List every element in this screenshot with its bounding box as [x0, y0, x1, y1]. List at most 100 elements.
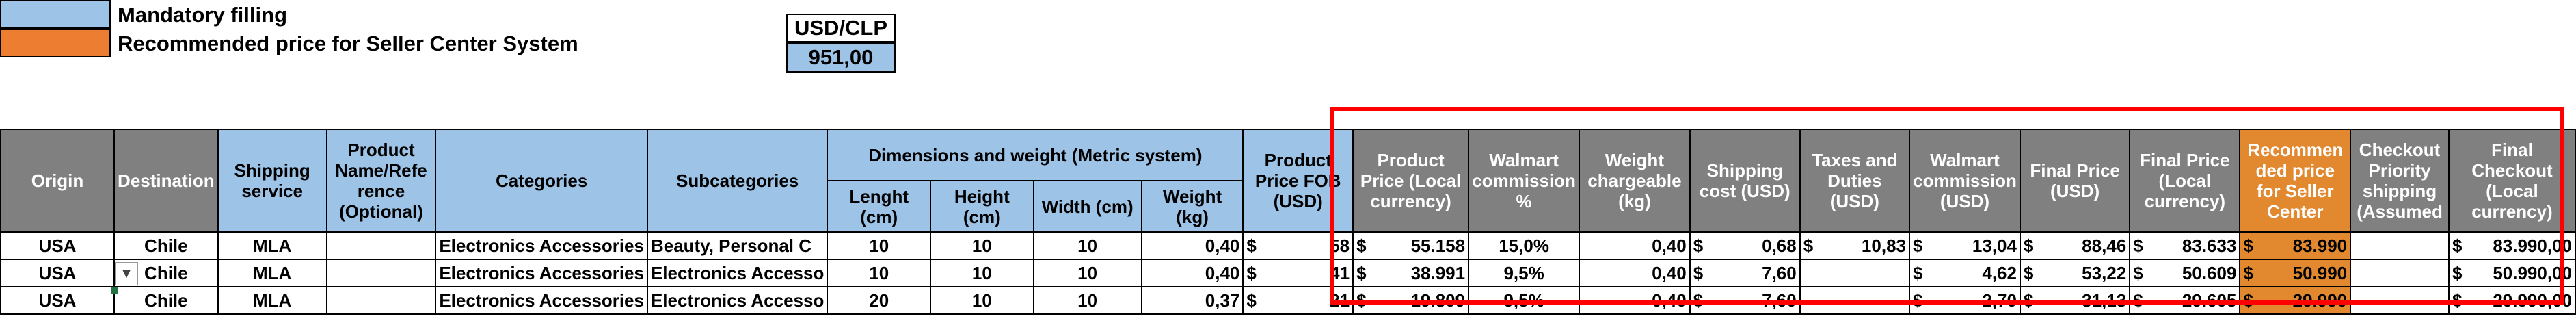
- cell-length[interactable]: 10: [827, 259, 932, 287]
- cell-commission-usd[interactable]: $13,04: [1909, 231, 2021, 260]
- cell-weight[interactable]: 0,37: [1140, 286, 1244, 315]
- cell-category[interactable]: Electronics Accessories: [435, 286, 648, 315]
- cell-final-checkout[interactable]: $50.990,00: [2447, 259, 2576, 287]
- header-recommended-price[interactable]: Recommen ded price for Seller Center: [2239, 129, 2352, 233]
- cell-checkout-priority[interactable]: [2350, 231, 2450, 260]
- cell-origin[interactable]: USA: [0, 286, 116, 315]
- fx-value-cell[interactable]: 951,00: [786, 42, 896, 73]
- header-walmart-commission-usd[interactable]: Walmart commission (USD): [1909, 129, 2021, 233]
- cell-shipping-service[interactable]: MLA: [217, 231, 327, 260]
- cell-shipping-service[interactable]: MLA: [217, 259, 327, 287]
- cell-product-name[interactable]: [325, 286, 437, 315]
- cell-weight-chargeable[interactable]: 0,40: [1579, 286, 1691, 315]
- cell-price-local[interactable]: $19.809: [1352, 286, 1470, 315]
- cell-height[interactable]: 10: [930, 259, 1034, 287]
- header-final-checkout[interactable]: Final Checkout (Local currency): [2447, 129, 2576, 233]
- cell-final-usd[interactable]: $53,22: [2019, 259, 2131, 287]
- cell-taxes[interactable]: [1799, 286, 1911, 315]
- header-destination[interactable]: Destination: [113, 129, 219, 233]
- header-height[interactable]: Height (cm): [930, 180, 1034, 233]
- cell-category[interactable]: Electronics Accessories: [435, 259, 648, 287]
- cell-destination[interactable]: Chile: [113, 286, 219, 315]
- cell-commission-pct[interactable]: 9,5%: [1468, 286, 1581, 315]
- cell-subcategory[interactable]: Electronics Accesso: [646, 259, 829, 287]
- cell-final-usd[interactable]: $31,13: [2019, 286, 2131, 315]
- header-checkout-priority[interactable]: Checkout Priority shipping (Assumed: [2350, 129, 2450, 233]
- cell-final-local[interactable]: $29.605: [2129, 286, 2241, 315]
- cell-final-checkout[interactable]: $29.990,00: [2447, 286, 2576, 315]
- cell-width[interactable]: 10: [1032, 259, 1142, 287]
- cell-taxes[interactable]: [1799, 259, 1911, 287]
- cell-commission-pct[interactable]: 9,5%: [1468, 259, 1581, 287]
- legend-recommended-label: Recommended price for Seller Center Syst…: [118, 31, 578, 55]
- header-price-local[interactable]: Product Price (Local currency): [1352, 129, 1470, 233]
- cell-final-local[interactable]: $50.609: [2129, 259, 2241, 287]
- cell-shipping-cost[interactable]: $7,60: [1689, 259, 1801, 287]
- header-subcategories[interactable]: Subcategories: [646, 129, 829, 233]
- cell-product-name[interactable]: [325, 231, 437, 260]
- cell-product-name[interactable]: [325, 259, 437, 287]
- cell-weight-chargeable[interactable]: 0,40: [1579, 231, 1691, 260]
- cell-destination[interactable]: Chile: [113, 231, 219, 260]
- cell-price-local[interactable]: $55.158: [1352, 231, 1470, 260]
- header-taxes-duties[interactable]: Taxes and Duties (USD): [1799, 129, 1911, 233]
- cell-length[interactable]: 10: [827, 231, 932, 260]
- cell-length[interactable]: 20: [827, 286, 932, 315]
- header-origin[interactable]: Origin: [0, 129, 116, 233]
- cell-taxes[interactable]: $10,83: [1799, 231, 1911, 260]
- selection-fill-handle[interactable]: [111, 287, 118, 294]
- cell-final-checkout[interactable]: $83.990,00: [2447, 231, 2576, 260]
- cell-origin[interactable]: USA: [0, 259, 116, 287]
- header-product-name[interactable]: Product Name/Refe rence (Optional): [325, 129, 437, 233]
- cell-recommended-price[interactable]: $29.990: [2239, 286, 2352, 315]
- cell-width[interactable]: 10: [1032, 286, 1142, 315]
- header-final-price-local[interactable]: Final Price (Local currency): [2129, 129, 2241, 233]
- cell-final-usd[interactable]: $88,46: [2019, 231, 2131, 260]
- cell-recommended-price[interactable]: $83.990: [2239, 231, 2352, 260]
- legend-mandatory-label: Mandatory filling: [118, 3, 287, 27]
- cell-commission-usd[interactable]: $4,62: [1909, 259, 2021, 287]
- cell-checkout-priority[interactable]: [2350, 286, 2450, 315]
- cell-shipping-cost[interactable]: $0,68: [1689, 231, 1801, 260]
- cell-width[interactable]: 10: [1032, 231, 1142, 260]
- legend-swatch-recommended: [0, 29, 111, 57]
- cell-price-fob[interactable]: $58: [1242, 231, 1354, 260]
- header-walmart-commission-pct[interactable]: Walmart commission %: [1468, 129, 1581, 233]
- header-categories[interactable]: Categories: [435, 129, 648, 233]
- cell-commission-usd[interactable]: $2,70: [1909, 286, 2021, 315]
- fx-label-cell[interactable]: USD/CLP: [786, 14, 896, 42]
- table-row: USA Chile MLA Electronics Accessories El…: [0, 286, 2576, 315]
- cell-final-local[interactable]: $83.633: [2129, 231, 2241, 260]
- legend-swatch-mandatory: [0, 0, 111, 29]
- cell-shipping-cost[interactable]: $7,60: [1689, 286, 1801, 315]
- pricing-table: Origin Destination Shipping service Prod…: [0, 129, 2576, 315]
- header-shipping-cost[interactable]: Shipping cost (USD): [1689, 129, 1801, 233]
- header-weight-chargeable[interactable]: Weight chargeable (kg): [1579, 129, 1691, 233]
- cell-origin[interactable]: USA: [0, 231, 116, 260]
- cell-category[interactable]: Electronics Accessories: [435, 231, 648, 260]
- header-dimensions-group[interactable]: Dimensions and weight (Metric system): [827, 129, 1244, 181]
- cell-subcategory[interactable]: Electronics Accesso: [646, 286, 829, 315]
- header-width[interactable]: Width (cm): [1032, 180, 1142, 233]
- header-length[interactable]: Lenght (cm): [827, 180, 932, 233]
- table-row: USA Chile MLA Electronics Accessories El…: [0, 259, 2576, 287]
- cell-price-fob[interactable]: $21: [1242, 286, 1354, 315]
- cell-weight[interactable]: 0,40: [1140, 231, 1244, 260]
- cell-price-local[interactable]: $38.991: [1352, 259, 1470, 287]
- header-shipping-service[interactable]: Shipping service: [217, 129, 327, 233]
- cell-commission-pct[interactable]: 15,0%: [1468, 231, 1581, 260]
- cell-subcategory[interactable]: Beauty, Personal C: [646, 231, 829, 260]
- cell-weight[interactable]: 0,40: [1140, 259, 1244, 287]
- header-price-fob[interactable]: Product Price FOB (USD): [1242, 129, 1354, 233]
- table-row: USA Chile MLA Electronics Accessories Be…: [0, 231, 2576, 260]
- cell-height[interactable]: 10: [930, 286, 1034, 315]
- cell-recommended-price[interactable]: $50.990: [2239, 259, 2352, 287]
- header-final-price-usd[interactable]: Final Price (USD): [2019, 129, 2131, 233]
- dropdown-arrow-icon[interactable]: ▼: [115, 262, 138, 285]
- cell-shipping-service[interactable]: MLA: [217, 286, 327, 315]
- cell-price-fob[interactable]: $41: [1242, 259, 1354, 287]
- cell-weight-chargeable[interactable]: 0,40: [1579, 259, 1691, 287]
- cell-height[interactable]: 10: [930, 231, 1034, 260]
- cell-checkout-priority[interactable]: [2350, 259, 2450, 287]
- header-weight[interactable]: Weight (kg): [1140, 180, 1244, 233]
